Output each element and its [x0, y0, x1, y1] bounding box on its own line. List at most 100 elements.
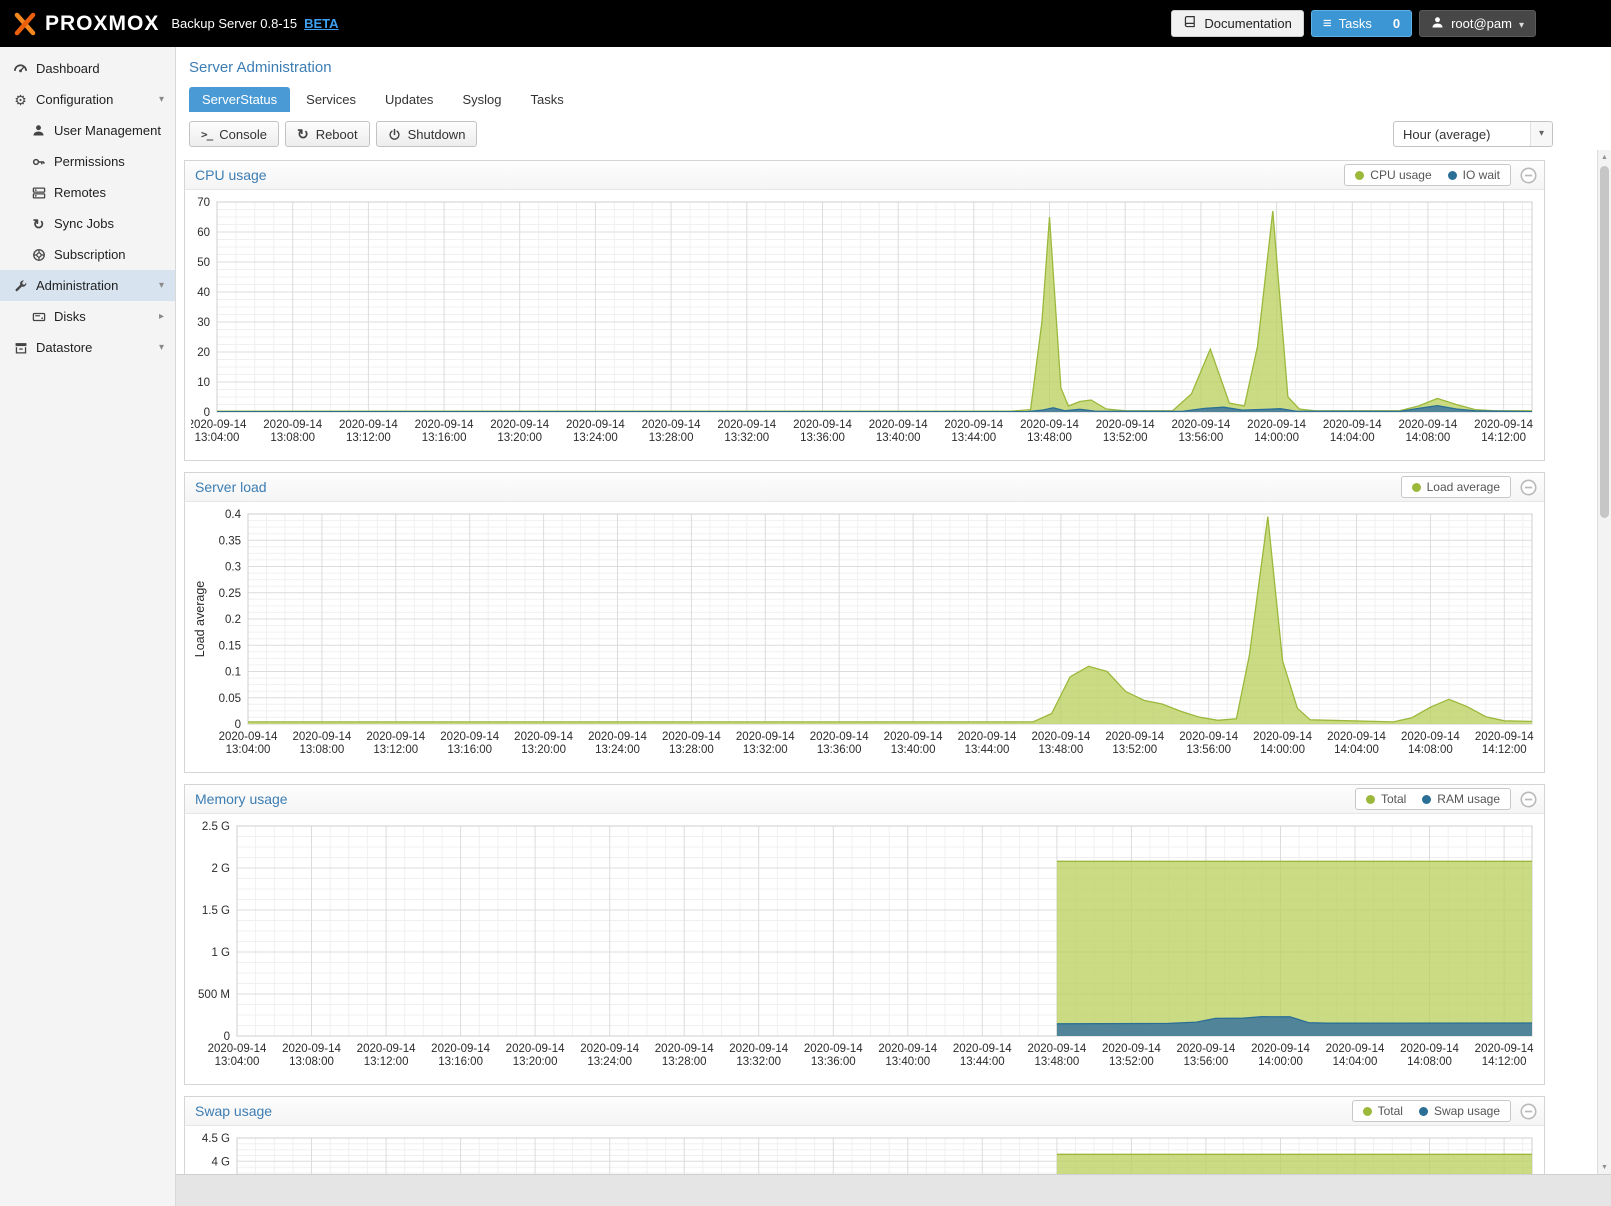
- svg-text:2020-09-14: 2020-09-14: [1251, 1043, 1310, 1055]
- documentation-button[interactable]: Documentation: [1171, 10, 1303, 37]
- scroll-down-arrow[interactable]: ▼: [1598, 1160, 1611, 1174]
- svg-text:2020-09-14: 2020-09-14: [884, 731, 943, 743]
- svg-text:2020-09-14: 2020-09-14: [566, 419, 625, 431]
- sidebar-item-dashboard[interactable]: Dashboard: [0, 53, 175, 84]
- svg-text:2020-09-14: 2020-09-14: [717, 419, 776, 431]
- proxmox-logo-icon: [12, 12, 38, 36]
- disk-icon: [30, 310, 47, 324]
- svg-text:14:08:00: 14:08:00: [1408, 744, 1453, 756]
- legend-label: Total: [1378, 1104, 1403, 1118]
- svg-text:0: 0: [224, 1031, 230, 1043]
- svg-text:14:00:00: 14:00:00: [1258, 1056, 1303, 1068]
- svg-text:30: 30: [197, 317, 210, 329]
- chevron-right-icon[interactable]: ▸: [159, 312, 164, 322]
- svg-text:2020-09-14: 2020-09-14: [357, 1043, 416, 1055]
- panel-title: Memory usage: [195, 791, 288, 807]
- chevron-down-icon[interactable]: ▾: [159, 343, 164, 353]
- user-menu-button[interactable]: root@pam ▾: [1419, 10, 1536, 37]
- svg-text:13:32:00: 13:32:00: [724, 432, 769, 444]
- svg-text:2020-09-14: 2020-09-14: [366, 731, 425, 743]
- tab-updates[interactable]: Updates: [372, 87, 446, 112]
- scrollbar-thumb[interactable]: [1600, 166, 1609, 518]
- chevron-down-icon[interactable]: ▾: [159, 281, 164, 291]
- svg-text:13:48:00: 13:48:00: [1027, 432, 1072, 444]
- sidebar-item-sync-jobs[interactable]: ↻Sync Jobs: [0, 208, 175, 239]
- svg-text:2020-09-14: 2020-09-14: [810, 731, 869, 743]
- beta-link[interactable]: BETA: [304, 16, 338, 31]
- svg-text:13:20:00: 13:20:00: [497, 432, 542, 444]
- proxmox-brand: PROXMOX: [12, 12, 159, 36]
- svg-text:2020-09-14: 2020-09-14: [1105, 731, 1164, 743]
- sidebar-item-datastore[interactable]: Datastore▾: [0, 332, 175, 363]
- collapse-panel-button[interactable]: [1520, 479, 1537, 496]
- chart-legend: Load average: [1401, 476, 1511, 498]
- chevron-down-icon[interactable]: ▾: [1530, 122, 1552, 146]
- legend-item: Swap usage: [1419, 1104, 1500, 1118]
- svg-text:13:08:00: 13:08:00: [289, 1056, 334, 1068]
- svg-text:2020-09-14: 2020-09-14: [1327, 731, 1386, 743]
- chart-scroll-region: CPU usageCPU usageIO wait2020-09-1413:04…: [176, 150, 1611, 1174]
- collapse-panel-button[interactable]: [1520, 791, 1537, 808]
- svg-text:14:00:00: 14:00:00: [1260, 744, 1305, 756]
- svg-text:2020-09-14: 2020-09-14: [1323, 419, 1382, 431]
- gauge-icon: [12, 61, 29, 76]
- reboot-button[interactable]: ↻Reboot: [285, 121, 370, 147]
- svg-text:2020-09-14: 2020-09-14: [1475, 731, 1534, 743]
- svg-text:13:12:00: 13:12:00: [364, 1056, 409, 1068]
- svg-text:13:12:00: 13:12:00: [373, 744, 418, 756]
- svg-text:2020-09-14: 2020-09-14: [282, 1043, 341, 1055]
- collapse-panel-button[interactable]: [1520, 167, 1537, 184]
- tab-services[interactable]: Services: [293, 87, 369, 112]
- sidebar-item-configuration[interactable]: ⚙Configuration▾: [0, 84, 175, 115]
- svg-text:2020-09-14: 2020-09-14: [506, 1043, 565, 1055]
- sidebar-item-label: Dashboard: [36, 61, 100, 76]
- chevron-down-icon[interactable]: ▾: [159, 95, 164, 105]
- bottom-scroll-strip: [176, 1174, 1611, 1206]
- svg-text:13:48:00: 13:48:00: [1039, 744, 1084, 756]
- svg-text:2020-09-14: 2020-09-14: [1326, 1043, 1385, 1055]
- svg-text:2020-09-14: 2020-09-14: [642, 419, 701, 431]
- sidebar-item-disks[interactable]: Disks▸: [0, 301, 175, 332]
- svg-text:2020-09-14: 2020-09-14: [588, 731, 647, 743]
- svg-text:0.15: 0.15: [219, 640, 241, 652]
- svg-text:13:16:00: 13:16:00: [438, 1056, 483, 1068]
- svg-text:13:44:00: 13:44:00: [951, 432, 996, 444]
- svg-text:2020-09-14: 2020-09-14: [415, 419, 474, 431]
- svg-text:13:08:00: 13:08:00: [300, 744, 345, 756]
- panel-swap-usage: Swap usageTotalSwap usage2020-09-1413:04…: [184, 1096, 1545, 1174]
- server-icon: [30, 186, 47, 200]
- scroll-up-arrow[interactable]: ▲: [1598, 150, 1611, 164]
- tab-tasks[interactable]: Tasks: [517, 87, 576, 112]
- vertical-scrollbar[interactable]: ▲ ▼: [1597, 150, 1611, 1174]
- tab-syslog[interactable]: Syslog: [449, 87, 514, 112]
- svg-text:2020-09-14: 2020-09-14: [953, 1043, 1012, 1055]
- sidebar-item-subscription[interactable]: Subscription: [0, 239, 175, 270]
- tasks-button[interactable]: ≡ Tasks 0: [1311, 10, 1412, 37]
- svg-text:13:44:00: 13:44:00: [960, 1056, 1005, 1068]
- svg-text:2020-09-14: 2020-09-14: [958, 731, 1017, 743]
- svg-text:0: 0: [235, 719, 241, 731]
- svg-text:10: 10: [197, 377, 210, 389]
- svg-text:500 M: 500 M: [198, 989, 230, 1001]
- legend-label: Swap usage: [1434, 1104, 1500, 1118]
- console-icon: >_: [201, 128, 212, 141]
- sidebar-item-user-management[interactable]: User Management: [0, 115, 175, 146]
- collapse-panel-button[interactable]: [1520, 1103, 1537, 1120]
- sidebar-item-permissions[interactable]: Permissions: [0, 146, 175, 177]
- time-range-select[interactable]: Hour (average) ▾: [1393, 121, 1553, 147]
- sidebar-item-label: Configuration: [36, 92, 113, 107]
- tab-serverstatus[interactable]: ServerStatus: [189, 87, 290, 112]
- sidebar-item-administration[interactable]: Administration▾: [0, 270, 175, 301]
- time-range-value: Hour (average): [1394, 127, 1490, 142]
- panel-server-load: Server loadLoad average2020-09-1413:04:0…: [184, 472, 1545, 773]
- svg-text:2020-09-14: 2020-09-14: [793, 419, 852, 431]
- legend-item: RAM usage: [1422, 792, 1500, 806]
- svg-text:2020-09-14: 2020-09-14: [944, 419, 1003, 431]
- chart-legend: Total Swap usage: [1352, 1100, 1511, 1122]
- sidebar-item-remotes[interactable]: Remotes: [0, 177, 175, 208]
- shutdown-button[interactable]: Shutdown: [376, 121, 478, 147]
- svg-text:14:08:00: 14:08:00: [1406, 432, 1451, 444]
- list-icon: ≡: [1323, 16, 1332, 31]
- console-button[interactable]: >_Console: [189, 121, 279, 147]
- svg-text:13:20:00: 13:20:00: [521, 744, 566, 756]
